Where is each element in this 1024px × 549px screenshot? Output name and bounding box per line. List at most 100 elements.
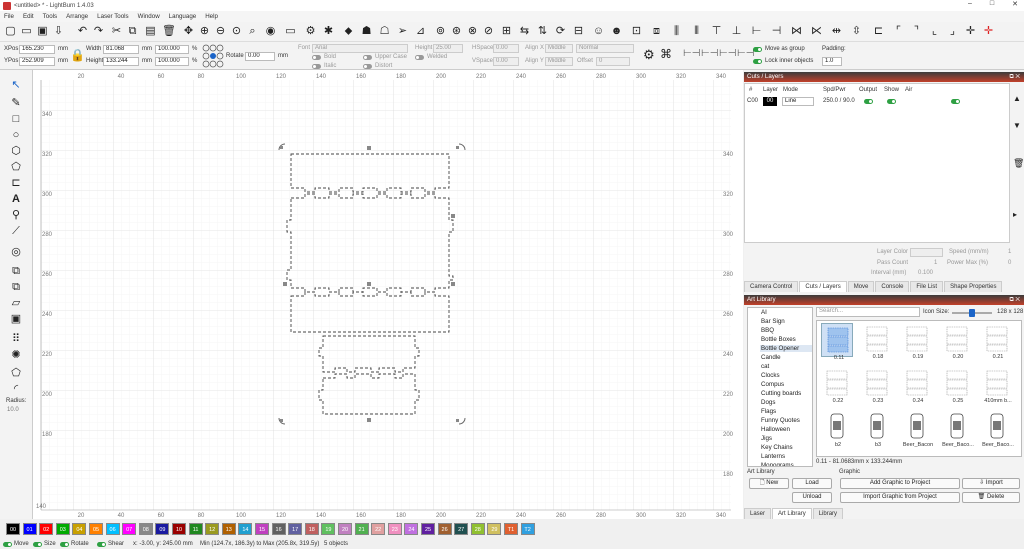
shear-status-toggle[interactable] [97,542,106,547]
tab-cuts-layers[interactable]: Cuts / Layers [799,281,847,292]
library-category-item[interactable]: cat [761,363,769,370]
welded-toggle[interactable] [415,55,424,60]
variable-text-icon[interactable]: ⚙ [643,48,655,61]
palette-swatch[interactable]: 23 [387,523,402,535]
library-category-item[interactable]: Funny Quotes [761,417,800,424]
tab-move[interactable]: Move [847,281,875,292]
copy-along-icon[interactable]: ⧉ [9,264,23,278]
palette-swatch[interactable]: 02 [39,523,54,535]
palette-swatch[interactable]: 08 [138,523,153,535]
ypos-field[interactable]: 252.909 [19,57,55,66]
upper-case-toggle[interactable] [363,55,372,60]
move-icon[interactable]: ✥ [182,25,195,38]
library-category-item[interactable]: Bottle Opener [760,345,812,352]
menu-laser-tools[interactable]: Laser Tools [97,13,129,20]
layers-icon[interactable]: ▣ [9,312,23,326]
path-icon[interactable]: ⌘ [660,48,672,61]
panel-float-icon[interactable]: ⧉ ✕ [1009,72,1020,82]
rotate-status-toggle[interactable] [60,542,69,547]
anchor-grid-icon[interactable] [202,44,224,68]
weld-icon[interactable]: ⊘ [482,25,495,38]
library-category-item[interactable]: Clocks [761,372,780,379]
flip-v-icon[interactable]: ⇅ [536,25,549,38]
air-toggle[interactable] [951,99,960,104]
layer-color-swatch[interactable]: 00 [763,97,777,106]
italic-toggle[interactable] [312,64,321,69]
library-search-input[interactable]: Search... [816,307,920,317]
monitor-icon[interactable]: ▭ [284,25,297,38]
library-category-item[interactable]: Lanterns [761,453,785,460]
load-library-button[interactable]: Load [792,478,832,489]
mode-select[interactable]: Line [782,97,814,106]
library-thumbnail[interactable]: Beer_Baco... [941,411,974,448]
zoom-window-icon[interactable]: ⌕ [246,25,259,38]
palette-swatch[interactable]: 22 [371,523,386,535]
settings-icon[interactable]: ⚙ [304,25,317,38]
undo-icon[interactable]: ↶ [76,25,89,38]
library-category-item[interactable]: BBQ [761,327,774,334]
text-height-field[interactable]: 25.00 [433,44,463,53]
pin-icon[interactable]: ⚲ [9,208,23,222]
corner-tl-icon[interactable]: ⌜ [892,25,905,38]
palette-swatch[interactable]: 29 [487,523,502,535]
padding-field[interactable]: 1.0 [822,57,842,66]
rectangle-icon[interactable]: □ [9,112,23,126]
radius-value[interactable]: 10.0 [7,407,19,413]
palette-swatch[interactable]: 18 [304,523,319,535]
scroll-right-icon[interactable]: ▸ [1013,210,1017,219]
art-panel-float-icon[interactable]: ⧉ ✕ [1009,295,1020,305]
icon-size-slider[interactable] [952,309,992,317]
library-category-item[interactable]: Key Chains [761,444,793,451]
menu-tools[interactable]: Tools [43,13,57,20]
offset-circle-icon[interactable]: ◎ [9,245,23,259]
palette-swatch[interactable]: T2 [520,523,535,535]
library-thumbnail[interactable]: 0.24 [901,367,933,404]
library-category-item[interactable]: Monograms [761,462,794,466]
boolean-icon[interactable]: ⊗ [466,25,479,38]
palette-swatch[interactable]: 09 [155,523,170,535]
corner-tr-icon[interactable]: ⌝ [910,25,923,38]
library-category-item[interactable]: AI [761,309,767,316]
bold-toggle[interactable] [312,55,321,60]
center-v-icon[interactable]: ⋈ [790,25,803,38]
origin-icon[interactable]: ✛ [982,25,995,38]
group-icon[interactable]: ⊚ [434,25,447,38]
distort-toggle[interactable] [363,64,372,69]
same-height-icon[interactable]: ⇳ [850,25,863,38]
measure-icon[interactable]: ⟋ [9,224,23,238]
tab-camera-control[interactable]: Camera Control [744,281,799,292]
text-icon[interactable]: A [9,192,23,206]
speed-value[interactable]: 1 [1008,249,1011,255]
interval-value[interactable]: 0.100 [918,270,933,276]
palette-swatch[interactable]: 28 [470,523,485,535]
zoom-in-icon[interactable]: ⊕ [198,25,211,38]
dock-icon[interactable]: ⊏ [872,25,885,38]
library-thumbnail[interactable]: 0.23 [861,367,893,404]
palette-swatch[interactable]: 15 [255,523,269,535]
rotate-field[interactable]: 0.00 [245,52,275,61]
move-as-group-toggle[interactable] [753,47,762,52]
palette-swatch[interactable]: 01 [22,523,37,535]
center-h-icon[interactable]: ⋉ [810,25,823,38]
group-tool-icon[interactable]: ▱ [9,296,23,310]
xpos-field[interactable]: 165.230 [19,45,55,54]
align-left-icon[interactable]: ⊢ [750,25,763,38]
import-from-project-button[interactable]: Import Graphic from Project [840,492,960,503]
minimize-icon[interactable]: – [968,0,972,8]
palette-swatch[interactable]: 16 [271,523,286,535]
align-top-icon[interactable]: ⊤ [710,25,723,38]
add-graphic-button[interactable]: Add Graphic to Project [840,478,960,489]
library-thumbnail[interactable]: 0.11 [821,323,853,361]
ellipse-icon[interactable]: ○ [9,128,23,142]
scale-height-field[interactable]: 100.000 [155,57,189,66]
table-row[interactable]: C00 00 Line 250.0 / 90.0 [745,96,1009,107]
palette-swatch[interactable]: 20 [338,523,352,535]
library-thumbnail[interactable]: 410mm b... [981,367,1013,404]
hspace-field[interactable]: 0.00 [493,44,519,53]
pass-count-value[interactable]: 1 [934,260,937,266]
new-library-button[interactable]: 🗋 New [749,478,789,489]
lock-inner-toggle[interactable] [753,59,762,64]
palette-swatch[interactable]: 17 [288,523,303,535]
select-icon[interactable]: ↖ [9,78,23,92]
new-file-icon[interactable]: ▢ [4,25,17,38]
